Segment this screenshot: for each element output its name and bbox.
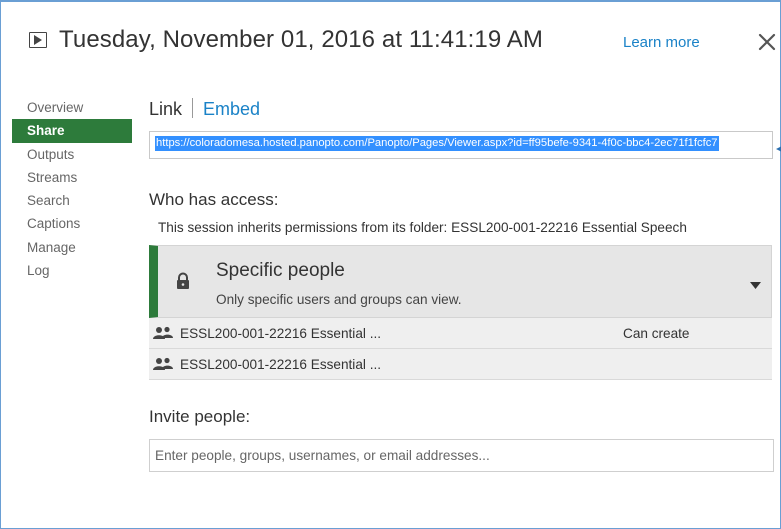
session-title: Tuesday, November 01, 2016 at 11:41:19 A… [59,26,543,53]
sidebar-item-manage[interactable]: Manage [12,236,132,259]
sidebar-item-streams[interactable]: Streams [12,166,132,189]
inherit-permissions-text: This session inherits permissions from i… [158,220,687,235]
dropdown-triangle-icon[interactable] [750,276,761,289]
access-row[interactable]: ESSL200-001-22216 Essential ... [149,349,772,380]
sidebar-nav: Overview Share Outputs Streams Search Ca… [12,96,132,282]
sidebar-item-overview[interactable]: Overview [12,96,132,119]
learn-more-link[interactable]: Learn more [623,34,700,51]
access-row-name: ESSL200-001-22216 Essential ... [180,357,382,372]
tab-embed[interactable]: Embed [203,99,260,119]
invite-people-heading: Invite people: [149,407,251,426]
sidebar-item-search[interactable]: Search [12,189,132,212]
sidebar-item-outputs[interactable]: Outputs [12,143,132,166]
access-row-permission[interactable]: Can create [623,326,690,341]
who-has-access-heading: Who has access: [149,190,279,209]
arrow-left-icon [776,140,781,152]
group-icon [153,357,173,371]
permission-title: Specific people [216,260,345,281]
sidebar-item-log[interactable]: Log [12,259,132,282]
sidebar-item-captions[interactable]: Captions [12,212,132,235]
dialog-header: Tuesday, November 01, 2016 at 11:41:19 A… [1,2,780,82]
access-list: ESSL200-001-22216 Essential ... Can crea… [149,318,772,380]
share-url-field[interactable]: https://coloradomesa.hosted.panopto.com/… [149,131,773,159]
permission-level-dropdown[interactable]: Specific people Only specific users and … [149,245,772,318]
tab-link[interactable]: Link [149,99,182,119]
group-icon [153,326,173,340]
access-row[interactable]: ESSL200-001-22216 Essential ... Can crea… [149,318,772,349]
share-url-text[interactable]: https://coloradomesa.hosted.panopto.com/… [155,136,719,151]
tab-divider [192,98,194,118]
access-row-name: ESSL200-001-22216 Essential ... [180,326,382,341]
lock-icon [175,272,191,290]
play-square-icon [29,32,47,48]
share-dialog: Tuesday, November 01, 2016 at 11:41:19 A… [0,0,781,529]
close-icon[interactable] [756,31,778,53]
sidebar-item-share[interactable]: Share [12,119,132,143]
share-tabs: Link Embed [149,98,260,120]
invite-people-input[interactable] [149,439,774,472]
permission-description: Only specific users and groups can view. [216,292,462,307]
